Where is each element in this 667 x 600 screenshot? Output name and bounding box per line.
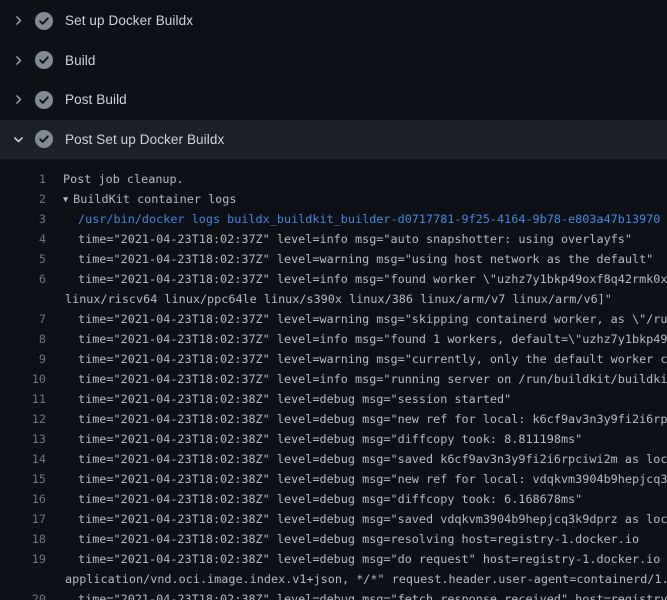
log-line: 2 ▼ BuildKit container logs (0, 189, 667, 209)
log-line-continuation: application/vnd.oci.image.index.v1+json,… (0, 569, 667, 589)
log-line-number[interactable]: 11 (0, 389, 46, 409)
log-line-number (0, 289, 46, 309)
log-line: 9time="2021-04-23T18:02:37Z" level=warni… (0, 349, 667, 369)
log-line-text: time="2021-04-23T18:02:38Z" level=debug … (46, 449, 667, 469)
log-line-text: time="2021-04-23T18:02:38Z" level=debug … (46, 549, 667, 569)
log-line: 7time="2021-04-23T18:02:37Z" level=warni… (0, 309, 667, 329)
log-line-text: time="2021-04-23T18:02:38Z" level=debug … (46, 529, 639, 549)
step-label: Build (65, 53, 96, 68)
log-line: 11time="2021-04-23T18:02:38Z" level=debu… (0, 389, 667, 409)
log-line-text: linux/riscv64 linux/ppc64le linux/s390x … (46, 289, 612, 309)
log-line-text: time="2021-04-23T18:02:37Z" level=warnin… (46, 349, 667, 369)
step-label: Post Set up Docker Buildx (65, 132, 224, 147)
log-line-number[interactable]: 10 (0, 369, 46, 389)
log-command-text: /usr/bin/docker logs buildx_buildkit_bui… (46, 209, 660, 229)
chevron-right-icon (11, 93, 25, 107)
chevron-right-icon (11, 53, 25, 67)
log-line: 5time="2021-04-23T18:02:37Z" level=warni… (0, 249, 667, 269)
log-line-text: time="2021-04-23T18:02:37Z" level=warnin… (46, 249, 653, 269)
log-line-number[interactable]: 6 (0, 269, 46, 289)
log-line-number[interactable]: 13 (0, 429, 46, 449)
log-line-text: time="2021-04-23T18:02:37Z" level=info m… (46, 369, 667, 389)
step-label: Post Build (65, 92, 127, 107)
log-line: 18time="2021-04-23T18:02:38Z" level=debu… (0, 529, 667, 549)
log-line-number[interactable]: 7 (0, 309, 46, 329)
log-line-text: time="2021-04-23T18:02:38Z" level=debug … (46, 489, 582, 509)
log-line-text: time="2021-04-23T18:02:38Z" level=debug … (46, 409, 667, 429)
log-line-number[interactable]: 18 (0, 529, 46, 549)
chevron-right-icon (11, 14, 25, 28)
log-line-text: time="2021-04-23T18:02:37Z" level=info m… (46, 229, 632, 249)
log-group-label: BuildKit container logs (73, 192, 236, 206)
check-circle-icon (35, 130, 53, 148)
log-line: 19time="2021-04-23T18:02:38Z" level=debu… (0, 549, 667, 569)
log-line-text: time="2021-04-23T18:02:38Z" level=debug … (46, 589, 667, 600)
log-line: 16time="2021-04-23T18:02:38Z" level=debu… (0, 489, 667, 509)
log-line-number (0, 569, 46, 589)
log-line-text: time="2021-04-23T18:02:38Z" level=debug … (46, 429, 582, 449)
log-line-number[interactable]: 19 (0, 549, 46, 569)
log-line-number[interactable]: 4 (0, 229, 46, 249)
log-line-number[interactable]: 14 (0, 449, 46, 469)
log-line: 15time="2021-04-23T18:02:38Z" level=debu… (0, 469, 667, 489)
log-viewer[interactable]: 1Post job cleanup.2 ▼ BuildKit container l… (0, 159, 667, 600)
log-line: 3/usr/bin/docker logs buildx_buildkit_bu… (0, 209, 667, 229)
log-line-number[interactable]: 12 (0, 409, 46, 429)
log-line-continuation: linux/riscv64 linux/ppc64le linux/s390x … (0, 289, 667, 309)
log-line: 6time="2021-04-23T18:02:37Z" level=info … (0, 269, 667, 289)
log-line-number[interactable]: 8 (0, 329, 46, 349)
steps-list: Set up Docker Buildx Build Post Build Post … (0, 0, 667, 159)
step-row-build[interactable]: Build (0, 41, 667, 81)
log-line-number[interactable]: 5 (0, 249, 46, 269)
check-circle-icon (35, 51, 53, 69)
log-line-text: Post job cleanup. (46, 169, 184, 189)
check-circle-icon (35, 91, 53, 109)
log-line: 1Post job cleanup. (0, 169, 667, 189)
log-line: 8time="2021-04-23T18:02:37Z" level=info … (0, 329, 667, 349)
log-line-text: time="2021-04-23T18:02:37Z" level=warnin… (46, 309, 667, 329)
log-line: 10time="2021-04-23T18:02:37Z" level=info… (0, 369, 667, 389)
log-line-text: application/vnd.oci.image.index.v1+json,… (46, 569, 667, 589)
log-line-text: time="2021-04-23T18:02:38Z" level=debug … (46, 389, 511, 409)
log-line-number[interactable]: 15 (0, 469, 46, 489)
log-line-number[interactable]: 3 (0, 209, 46, 229)
log-line: 17time="2021-04-23T18:02:38Z" level=debu… (0, 509, 667, 529)
step-row-post-build[interactable]: Post Build (0, 80, 667, 120)
log-line-number[interactable]: 17 (0, 509, 46, 529)
log-line-text: time="2021-04-23T18:02:38Z" level=debug … (46, 509, 667, 529)
log-line: 4time="2021-04-23T18:02:37Z" level=info … (0, 229, 667, 249)
log-group-header[interactable]: ▼ BuildKit container logs (46, 189, 236, 209)
log-line-text: time="2021-04-23T18:02:38Z" level=debug … (46, 469, 667, 489)
log-line: 12time="2021-04-23T18:02:38Z" level=debu… (0, 409, 667, 429)
log-line-number[interactable]: 16 (0, 489, 46, 509)
chevron-down-icon (11, 132, 25, 146)
log-line: 20time="2021-04-23T18:02:38Z" level=debu… (0, 589, 667, 600)
step-label: Set up Docker Buildx (65, 13, 193, 28)
actions-log-panel: Set up Docker Buildx Build Post Build Post … (0, 0, 667, 600)
check-circle-icon (35, 12, 53, 30)
log-line-text: time="2021-04-23T18:02:37Z" level=info m… (46, 269, 667, 289)
log-line-text: time="2021-04-23T18:02:37Z" level=info m… (46, 329, 667, 349)
log-line-number[interactable]: 9 (0, 349, 46, 369)
log-line-number[interactable]: 2 (0, 189, 46, 209)
log-line-number[interactable]: 1 (0, 169, 46, 189)
step-row-post-set-up-docker-buildx[interactable]: Post Set up Docker Buildx (0, 120, 667, 160)
triangle-down-icon: ▼ (63, 190, 68, 210)
log-line: 13time="2021-04-23T18:02:38Z" level=debu… (0, 429, 667, 449)
step-row-set-up-docker-buildx[interactable]: Set up Docker Buildx (0, 1, 667, 41)
log-line: 14time="2021-04-23T18:02:38Z" level=debu… (0, 449, 667, 469)
log-line-number[interactable]: 20 (0, 589, 46, 600)
